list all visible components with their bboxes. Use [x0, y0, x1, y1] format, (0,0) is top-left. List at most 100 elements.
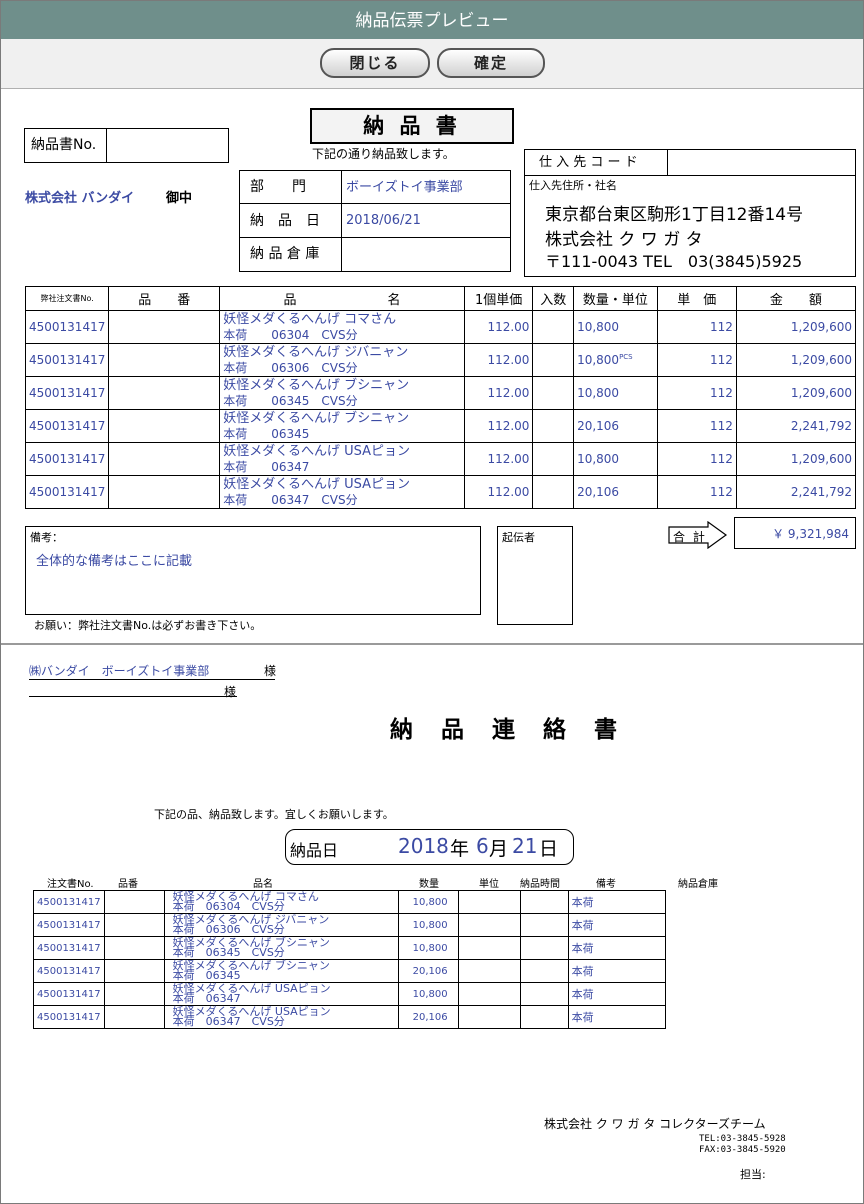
dept-date-box: 部 門 ボーイズトイ事業部 納 品 日 2018/06/21 納 品 倉 庫	[239, 170, 511, 272]
remarks-value: 全体的な備考はここに記載	[36, 554, 193, 569]
table-row: 4500131417 妖怪メダくるへんげ ブシニャン 本荷 06345 20,106 本…	[33, 959, 666, 983]
cell-order-no: 4500131417	[24, 310, 110, 344]
slip-items-table: 弊社注文書No. 品 番 品 名 1個単価 入数 数量・単位 単 価 金 額 4…	[24, 286, 857, 509]
cell-pack	[532, 310, 575, 344]
cell-pack	[532, 475, 575, 509]
notice-tel: TEL:03-3845-5928	[699, 1134, 786, 1144]
table-row: 4500131417 妖怪メダくるへんげ コマさん 本荷 06304 CVS分 112…	[24, 310, 857, 344]
cell-name: 妖怪メダくるへんげ ブシニャン 本荷 06345 CVS分	[219, 376, 465, 410]
table-row: 4500131417 妖怪メダくるへんげ ブシニャン 本荷 06345 112.00 2…	[24, 409, 857, 443]
cell-code	[103, 982, 165, 1006]
cell-name: 妖怪メダくるへんげ コマさん 本荷 06304 CVS分	[219, 310, 465, 344]
col-order-no: 弊社注文書No.	[24, 286, 110, 311]
cell-time	[519, 936, 569, 960]
cell-amount: 1,209,600	[735, 442, 857, 476]
cell-time	[519, 982, 569, 1006]
cell-unit	[457, 936, 521, 960]
col-unit-price: 1個単価	[463, 286, 534, 311]
cell-pack	[532, 376, 575, 410]
cell-code	[108, 475, 221, 509]
cell-order-no: 4500131417	[24, 376, 110, 410]
cell-price: 112	[656, 376, 737, 410]
cell-pack	[532, 442, 575, 476]
cell-code	[108, 409, 221, 443]
cell-note: 本荷	[567, 959, 666, 983]
cell-order-no: 4500131417	[24, 409, 110, 443]
cell-qty: 20,106	[573, 409, 658, 443]
cell-code	[103, 1005, 165, 1029]
cell-unit	[457, 890, 521, 914]
notice-items-table: 4500131417 妖怪メダくるへんげ コマさん 本荷 06304 CVS分 10,…	[33, 890, 666, 1029]
delivery-date-tsuki: 月	[489, 838, 509, 860]
cell-amount: 2,241,792	[735, 475, 857, 509]
cell-code	[108, 442, 221, 476]
col-pack: 入数	[532, 286, 575, 311]
n-col-code: 品番	[118, 879, 138, 890]
cell-price: 112	[656, 442, 737, 476]
cell-note: 本荷	[567, 982, 666, 1006]
cell-time	[519, 1005, 569, 1029]
cell-qty: 10,800	[397, 982, 459, 1006]
section-divider	[1, 643, 863, 645]
cell-unit	[457, 959, 521, 983]
customer-name: 株式会社 バンダイ	[25, 191, 135, 206]
cell-amount: 1,209,600	[735, 310, 857, 344]
dept-value: ボーイズトイ事業部	[342, 171, 510, 204]
confirm-button[interactable]: 確定	[437, 48, 545, 78]
issuer-label: 起伝者	[502, 531, 535, 544]
cell-unit-price: 112.00	[463, 376, 534, 410]
table-row: 4500131417 妖怪メダくるへんげ USAピョン 本荷 06347 CVS分 2…	[33, 1005, 666, 1029]
cell-code	[108, 343, 221, 377]
cell-order-no: 4500131417	[33, 890, 105, 914]
cell-unit	[457, 1005, 521, 1029]
slip-no-box: 納品書No.	[24, 128, 229, 163]
table-header-row: 弊社注文書No. 品 番 品 名 1個単価 入数 数量・単位 単 価 金 額	[24, 286, 857, 311]
cell-unit-price: 112.00	[463, 442, 534, 476]
supplier-code-label: 仕 入 先 コ ー ド	[525, 150, 668, 176]
supplier-name: 株式会社 ク ワ ガ タ	[545, 230, 703, 250]
cell-unit	[457, 982, 521, 1006]
cell-amount: 1,209,600	[735, 343, 857, 377]
close-button[interactable]: 閉じる	[320, 48, 430, 78]
col-code: 品 番	[108, 286, 221, 311]
cell-unit-price: 112.00	[463, 310, 534, 344]
n-col-note: 備考	[596, 879, 616, 890]
notice-sama-2: 様	[224, 685, 237, 699]
delivery-date-box: 納品日 2018 年 6 月 21 日	[285, 829, 574, 865]
cell-unit	[457, 913, 521, 937]
cell-time	[519, 959, 569, 983]
cell-time	[519, 913, 569, 937]
cell-price: 112	[656, 343, 737, 377]
cell-code	[103, 959, 165, 983]
slip-subtitle: 下記の通り納品致します。	[312, 147, 455, 161]
cell-order-no: 4500131417	[33, 936, 105, 960]
cell-note: 本荷	[567, 936, 666, 960]
cell-note: 本荷	[567, 1005, 666, 1029]
cell-order-no: 4500131417	[24, 343, 110, 377]
cell-note: 本荷	[567, 913, 666, 937]
cell-amount: 2,241,792	[735, 409, 857, 443]
n-col-time: 納品時間	[520, 879, 560, 890]
blank-recipient-line	[29, 696, 237, 697]
cell-qty: 10,800	[573, 310, 658, 344]
window-title: 納品伝票プレビュー	[1, 1, 863, 39]
col-name: 品 名	[219, 286, 465, 311]
cell-name: 妖怪メダくるへんげ ジバニャン 本荷 06306 CVS分	[163, 913, 399, 937]
notice-tanto: 担当:	[740, 1168, 766, 1181]
n-col-warehouse: 納品倉庫	[678, 879, 718, 890]
slip-no-label: 納品書No.	[25, 129, 107, 162]
cell-qty: 20,106	[397, 959, 459, 983]
notice-fax: FAX:03-3845-5920	[699, 1145, 786, 1155]
table-row: 4500131417 妖怪メダくるへんげ ブシニャン 本荷 06345 CVS分 11…	[24, 376, 857, 410]
delivery-date-month: 6	[476, 834, 489, 858]
cell-unit-price: 112.00	[463, 475, 534, 509]
cell-code	[103, 913, 165, 937]
cell-code	[108, 310, 221, 344]
table-row: 4500131417 妖怪メダくるへんげ USAピョン 本荷 06347 CVS分 1…	[24, 475, 857, 509]
n-col-name: 品名	[253, 879, 273, 890]
col-amount: 金 額	[735, 286, 857, 311]
cell-time	[519, 890, 569, 914]
cell-code	[103, 936, 165, 960]
supplier-addr-label: 仕入先住所・社名	[529, 179, 617, 192]
slip-no-value	[108, 129, 228, 162]
